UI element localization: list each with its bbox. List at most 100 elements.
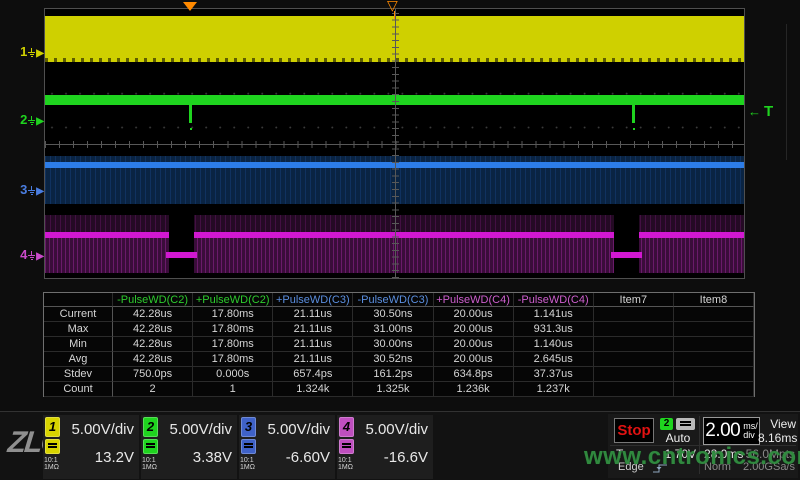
ch2-offset: 3.38V [161, 443, 232, 469]
table-cell: 634.8ps [434, 367, 514, 382]
table-cell: 2 [113, 382, 193, 397]
table-col-header: -PulseWD(C2) [113, 293, 193, 307]
table-cell [594, 322, 674, 337]
ch1-badge[interactable]: 1 [45, 417, 60, 437]
table-cell [674, 382, 754, 397]
ch3-marker-number: 3 [20, 182, 27, 197]
table-col-header: +PulseWD(C3) [273, 293, 353, 307]
table-cell: 42.28us [113, 337, 193, 352]
trigger-source-group[interactable]: 2 Auto [658, 417, 698, 444]
table-cell [594, 352, 674, 367]
right-arrow-icon: ▶ [36, 186, 44, 197]
table-cell: 31.00ns [353, 322, 433, 337]
ch4-low-pulse-2 [614, 215, 639, 273]
watermark: www.cntronics.com [584, 443, 800, 471]
ch4-badge[interactable]: 4 [339, 417, 354, 437]
ch2-position-marker[interactable]: 2▶ [14, 113, 44, 128]
table-cell: 20.00us [434, 322, 514, 337]
ch2-pulse-spike-1 [189, 105, 192, 123]
view-label: View [758, 417, 796, 431]
ground-icon [28, 48, 35, 57]
table-cell: 21.11us [273, 352, 353, 367]
ch4-settings-block[interactable]: 4 10:11MΩ 5.00V/div -16.6V [337, 415, 433, 479]
waveform-display [44, 8, 745, 279]
table-cell: 30.52ns [353, 352, 433, 367]
right-arrow-icon: ▶ [36, 116, 44, 127]
view-span-readout: View 8.16ms [758, 417, 796, 445]
timebase-button[interactable]: 2.00 ms/ div [703, 417, 760, 445]
ch3-offset: -6.60V [259, 443, 330, 469]
table-cell [674, 322, 754, 337]
table-cell: 1.140us [514, 337, 594, 352]
table-cell: 21.11us [273, 322, 353, 337]
trigger-position-marker-icon[interactable]: ▽ [387, 0, 398, 12]
right-arrow-icon: ▶ [36, 48, 44, 59]
ch3-badge[interactable]: 3 [241, 417, 256, 437]
table-cell: 657.4ps [273, 367, 353, 382]
table-cell: 20.00us [434, 337, 514, 352]
table-cell: 750.0ps [113, 367, 193, 382]
ch4-position-marker[interactable]: 4▶ [14, 248, 44, 263]
ch1-dc-coupling-icon [45, 439, 60, 454]
ch1-probe-info: 10:11MΩ [44, 457, 59, 471]
table-cell: 1.324k [273, 382, 353, 397]
ground-icon [28, 186, 35, 195]
table-cell: 42.28us [113, 307, 193, 322]
trigger-coupling-icon [676, 418, 695, 430]
table-col-header: -PulseWD(C3) [353, 293, 433, 307]
ch1-scale: 5.00V/div [63, 415, 134, 443]
table-cell: 17.80ms [193, 337, 273, 352]
ch2-dot-1 [190, 128, 192, 130]
table-cell: 0.000s [193, 367, 273, 382]
ch2-settings-block[interactable]: 2 10:11MΩ 5.00V/div 3.38V [141, 415, 237, 479]
ch3-scale: 5.00V/div [259, 415, 330, 443]
table-col-header: Item8 [674, 293, 754, 307]
ch3-position-marker[interactable]: 3▶ [14, 183, 44, 198]
table-cell [674, 367, 754, 382]
table-cell: 2.645us [514, 352, 594, 367]
ch1-settings-block[interactable]: 1 10:11MΩ 5.00V/div 13.2V [43, 415, 139, 479]
table-row-label: Stdev [44, 367, 113, 382]
ch2-probe-info: 10:11MΩ [142, 457, 157, 471]
table-cell [674, 307, 754, 322]
trigger-source-badge[interactable]: 2 [660, 418, 673, 430]
table-cell: 20.00us [434, 352, 514, 367]
table-col-header: -PulseWD(C4) [514, 293, 594, 307]
table-col-header: +PulseWD(C4) [434, 293, 514, 307]
table-cell: 1.141us [514, 307, 594, 322]
table-cell: 161.2ps [353, 367, 433, 382]
ch2-dot-2 [633, 128, 635, 130]
table-col-header: +PulseWD(C2) [193, 293, 273, 307]
table-cell: 20.00us [434, 307, 514, 322]
table-cell [674, 337, 754, 352]
ch2-dc-coupling-icon [143, 439, 158, 454]
ch2-pulse-spike-2 [632, 105, 635, 123]
table-cell: 931.3us [514, 322, 594, 337]
ch3-settings-block[interactable]: 3 10:11MΩ 5.00V/div -6.60V [239, 415, 335, 479]
graticule-center-vertical [392, 9, 399, 278]
run-state-button[interactable]: Stop [614, 418, 654, 443]
trigger-position-stem [394, 11, 395, 19]
table-cell: 37.37us [514, 367, 594, 382]
ch1-position-marker[interactable]: 1▶ [14, 45, 44, 60]
table-cell: 17.80ms [193, 307, 273, 322]
table-cell: 1.236k [434, 382, 514, 397]
table-cell [594, 337, 674, 352]
table-row-label: Avg [44, 352, 113, 367]
trigger-delay-marker-icon[interactable] [183, 2, 197, 11]
trigger-level-marker[interactable]: ←T [748, 103, 773, 120]
table-cell: 30.00ns [353, 337, 433, 352]
table-cell: 1.237k [514, 382, 594, 397]
ch2-badge[interactable]: 2 [143, 417, 158, 437]
table-cell [674, 352, 754, 367]
ch1-offset: 13.2V [63, 443, 134, 469]
ch4-low-level-2 [611, 252, 642, 258]
table-row-label: Max [44, 322, 113, 337]
table-cell: 1 [193, 382, 273, 397]
ch1-marker-number: 1 [20, 44, 27, 59]
table-corner-cell [44, 293, 113, 307]
table-row-label: Count [44, 382, 113, 397]
table-row-label: Current [44, 307, 113, 322]
table-cell: 21.11us [273, 337, 353, 352]
timebase-value: 2.00 [705, 420, 740, 442]
